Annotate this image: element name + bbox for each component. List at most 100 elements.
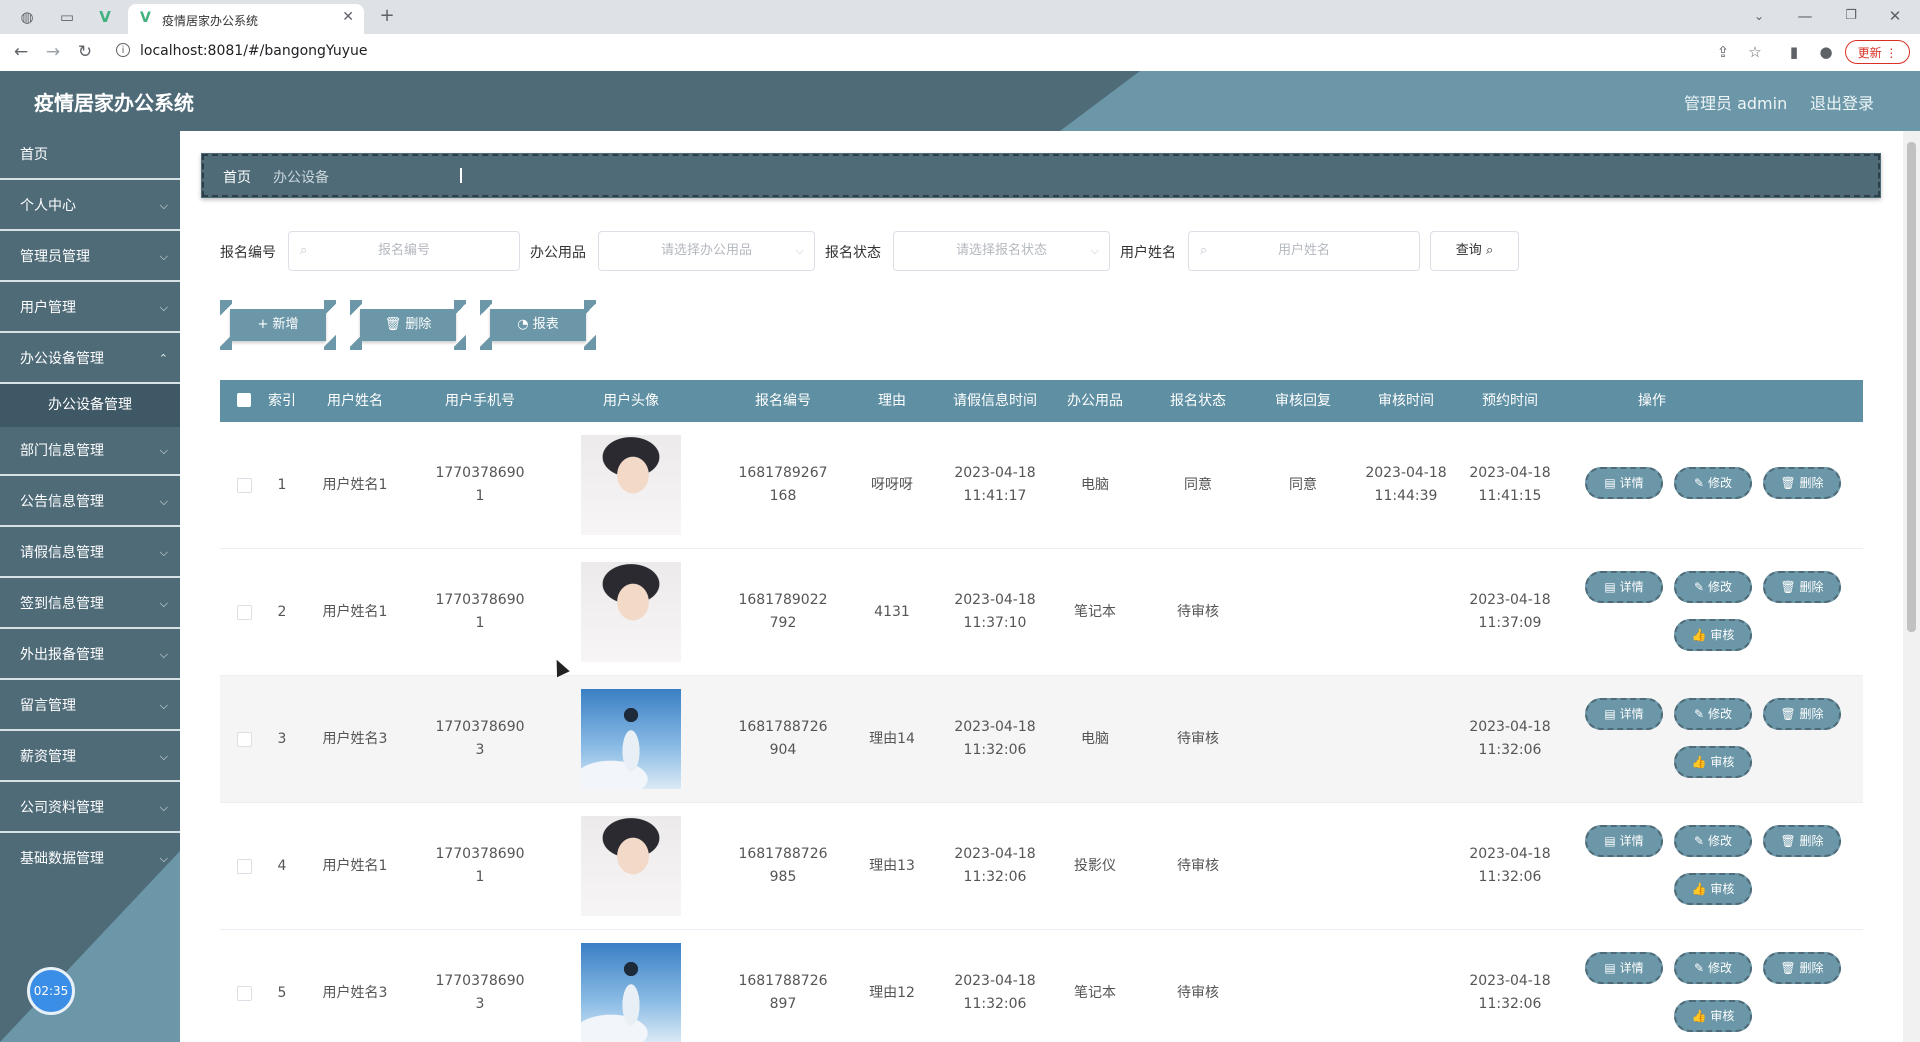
- trash-icon: 🗑: [1780, 834, 1796, 848]
- user-avatar[interactable]: [581, 816, 681, 916]
- book-date: 2023-04-18: [1469, 973, 1551, 989]
- edit-label: 修改: [1707, 961, 1732, 975]
- edit-button[interactable]: ✎ 修改: [1674, 952, 1752, 984]
- thumbs-up-icon: 👍: [1691, 628, 1707, 642]
- audit-button[interactable]: 👍 审核: [1674, 619, 1752, 651]
- delete-button[interactable]: 🗑 删除: [1763, 825, 1841, 857]
- browser-tab-strip: ◍ ▭ V V 疫情居家办公系统 ✕ + ⌄ — ❐ ✕: [0, 0, 1920, 34]
- add-label: 新增: [272, 317, 299, 332]
- sidebar-item-label: 首页: [20, 147, 48, 163]
- query-button[interactable]: 查询 ⌕: [1430, 231, 1519, 271]
- breadcrumb-home[interactable]: 首页: [223, 167, 251, 187]
- detail-button[interactable]: ▤ 详情: [1585, 467, 1663, 499]
- delete-button[interactable]: 🗑 删除: [1763, 467, 1841, 499]
- user-avatar[interactable]: [581, 435, 681, 535]
- logout-link[interactable]: 退出登录: [1810, 90, 1874, 114]
- sidebar-item-admin[interactable]: 管理员管理 ⌵: [0, 233, 180, 282]
- sidebar-item-users[interactable]: 用户管理 ⌵: [0, 284, 180, 333]
- cell-audit-time: [1356, 970, 1456, 993]
- search-input-name[interactable]: ⌕ 用户姓名: [1188, 231, 1420, 271]
- minimize-icon[interactable]: —: [1794, 6, 1816, 26]
- sidebar-item-company[interactable]: 公司资料管理 ⌵: [0, 784, 180, 833]
- tab-icon[interactable]: ▭: [56, 7, 78, 27]
- sidebar-item-label: 留言管理: [20, 698, 76, 714]
- sidebar-item-salary[interactable]: 薪资管理 ⌵: [0, 733, 180, 782]
- edit-button[interactable]: ✎ 修改: [1674, 467, 1752, 499]
- sidebar-item-signin[interactable]: 签到信息管理 ⌵: [0, 580, 180, 629]
- url-text[interactable]: localhost:8081/#/bangongYuyue: [140, 43, 368, 59]
- edit-icon: ✎: [1694, 961, 1705, 975]
- audit-button[interactable]: 👍 审核: [1674, 1000, 1752, 1032]
- sidebar-item-home[interactable]: 首页: [0, 131, 180, 180]
- select-status[interactable]: 请选择报名状态 ⌵: [893, 231, 1110, 271]
- table-row: 3 用户姓名3 1770378690 3 1681788726 904 理由14 2…: [220, 676, 1863, 803]
- admin-user-label[interactable]: 管理员 admin: [1684, 90, 1787, 114]
- row-checkbox[interactable]: [237, 986, 252, 1001]
- scrollbar-thumb[interactable]: [1907, 142, 1916, 632]
- edit-button[interactable]: ✎ 修改: [1674, 825, 1752, 857]
- edit-button[interactable]: ✎ 修改: [1674, 698, 1752, 730]
- sidebar-item-equipment[interactable]: 办公设备管理 ⌃: [0, 335, 180, 384]
- select-item[interactable]: 请选择办公用品 ⌵: [598, 231, 815, 271]
- time-date: 2023-04-18: [954, 719, 1036, 735]
- chevron-down-icon: ⌵: [159, 444, 168, 457]
- sidebar-item-basic-data[interactable]: 基础数据管理 ⌵: [0, 835, 180, 884]
- edit-button[interactable]: ✎ 修改: [1674, 571, 1752, 603]
- user-avatar[interactable]: [581, 562, 681, 662]
- phone-line2: 1: [475, 488, 485, 504]
- detail-button[interactable]: ▤ 详情: [1585, 825, 1663, 857]
- chevron-down-icon: ⌵: [159, 750, 168, 763]
- audit-button[interactable]: 👍 审核: [1674, 746, 1752, 778]
- detail-button[interactable]: ▤ 详情: [1585, 952, 1663, 984]
- share-icon[interactable]: ⇪: [1712, 42, 1734, 62]
- search-label-no: 报名编号: [220, 245, 276, 261]
- bookmark-star-icon[interactable]: ☆: [1744, 42, 1766, 62]
- sidebar-item-label: 个人中心: [20, 198, 76, 214]
- detail-button[interactable]: ▤ 详情: [1585, 571, 1663, 603]
- profile-icon[interactable]: ●: [1815, 42, 1837, 62]
- row-checkbox[interactable]: [237, 732, 252, 747]
- sidebar-item-personal[interactable]: 个人中心 ⌵: [0, 182, 180, 231]
- cell-index: 1: [277, 477, 287, 493]
- book-date: 2023-04-18: [1469, 846, 1551, 862]
- browser-tab[interactable]: V 疫情居家办公系统 ✕: [128, 4, 364, 34]
- sidebar-item-outing[interactable]: 外出报备管理 ⌵: [0, 631, 180, 680]
- user-avatar[interactable]: [581, 689, 681, 789]
- row-checkbox[interactable]: [237, 605, 252, 620]
- report-button[interactable]: ◔ 报表: [480, 300, 596, 350]
- update-button[interactable]: 更新 ⋮: [1845, 40, 1910, 64]
- detail-button[interactable]: ▤ 详情: [1585, 698, 1663, 730]
- globe-icon[interactable]: ◍: [16, 7, 38, 27]
- column-header: 用户头像: [603, 393, 659, 409]
- sidebar-item-department[interactable]: 部门信息管理 ⌵: [0, 427, 180, 476]
- search-icon: ⌕: [1485, 243, 1494, 258]
- row-checkbox[interactable]: [237, 478, 252, 493]
- search-input-no[interactable]: ⌕ 报名编号: [288, 231, 520, 271]
- restore-icon[interactable]: ❐: [1840, 6, 1862, 26]
- side-panel-icon[interactable]: ▮: [1783, 42, 1805, 62]
- vue-icon[interactable]: V: [94, 7, 116, 27]
- row-checkbox[interactable]: [237, 859, 252, 874]
- delete-button[interactable]: 🗑 删除: [1763, 571, 1841, 603]
- info-icon[interactable]: i: [116, 43, 130, 57]
- back-icon[interactable]: ←: [10, 42, 32, 62]
- add-button[interactable]: + 新增: [220, 300, 336, 350]
- delete-button[interactable]: 🗑 删除: [1763, 952, 1841, 984]
- select-all-checkbox[interactable]: [237, 393, 251, 407]
- reload-icon[interactable]: ↻: [74, 42, 96, 62]
- new-tab-icon[interactable]: +: [376, 6, 398, 26]
- window-close-icon[interactable]: ✕: [1884, 6, 1906, 26]
- sidebar-item-leave[interactable]: 请假信息管理 ⌵: [0, 529, 180, 578]
- audit-button[interactable]: 👍 审核: [1674, 873, 1752, 905]
- sidebar-item-message[interactable]: 留言管理 ⌵: [0, 682, 180, 731]
- sidebar-subitem-equipment[interactable]: 办公设备管理: [0, 384, 180, 427]
- forward-icon[interactable]: →: [42, 42, 64, 62]
- sidebar-item-notice[interactable]: 公告信息管理 ⌵: [0, 478, 180, 527]
- chevron-down-icon: ⌵: [159, 199, 168, 212]
- user-avatar[interactable]: [581, 943, 681, 1042]
- close-icon[interactable]: ✕: [342, 9, 354, 25]
- batch-delete-button[interactable]: 🗑 删除: [350, 300, 466, 350]
- tab-search-icon[interactable]: ⌄: [1748, 6, 1770, 26]
- delete-button[interactable]: 🗑 删除: [1763, 698, 1841, 730]
- doc-icon: ▤: [1604, 961, 1616, 975]
